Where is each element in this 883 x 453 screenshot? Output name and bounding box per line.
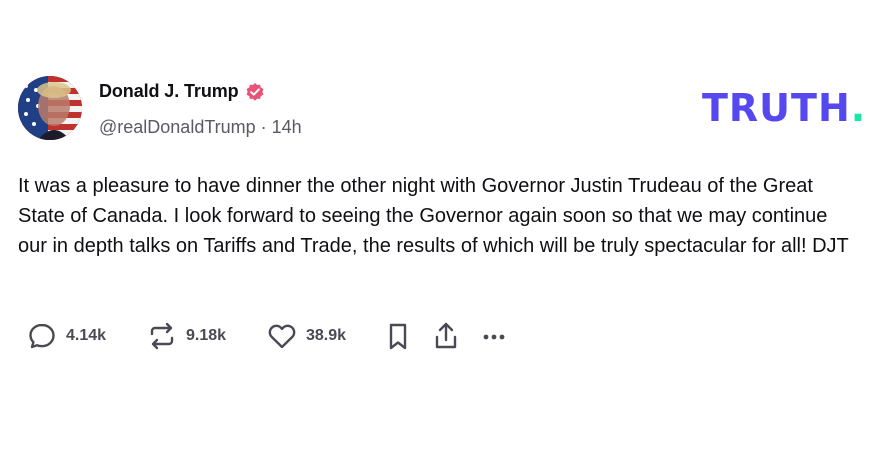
like-button[interactable]: 38.9k (266, 320, 382, 352)
truth-logo-text: TRUTH (702, 86, 851, 130)
author-handle-time[interactable]: @realDonaldTrump · 14h (99, 117, 302, 138)
avatar-image (18, 76, 82, 140)
reply-bubble-icon (26, 320, 58, 352)
more-dots-icon (478, 320, 510, 352)
verified-badge-icon (245, 82, 265, 102)
share-icon (430, 320, 462, 352)
post-body: It was a pleasure to have dinner the oth… (18, 175, 849, 257)
share-button[interactable] (430, 320, 478, 352)
author-display-name[interactable]: Donald J. Trump (99, 81, 239, 102)
retruth-icon (146, 320, 178, 352)
bookmark-button[interactable] (382, 320, 430, 352)
author-avatar[interactable] (18, 76, 82, 140)
retruth-count: 9.18k (186, 327, 227, 344)
more-options-button[interactable] (478, 320, 518, 352)
reply-button[interactable]: 4.14k (26, 320, 146, 352)
bookmark-icon (382, 320, 414, 352)
truth-logo-dot: . (850, 86, 867, 130)
heart-icon (266, 320, 298, 352)
post-actions: 4.14k 9.18k 38.9k (26, 320, 518, 352)
author-row: Donald J. Trump (99, 81, 265, 102)
reply-count: 4.14k (66, 327, 107, 344)
truth-social-post: Donald J. Trump @realDonaldTrump · 14h T… (0, 0, 883, 453)
retruth-button[interactable]: 9.18k (146, 320, 266, 352)
like-count: 38.9k (306, 327, 347, 344)
truth-logo: TRUTH. (702, 89, 866, 127)
